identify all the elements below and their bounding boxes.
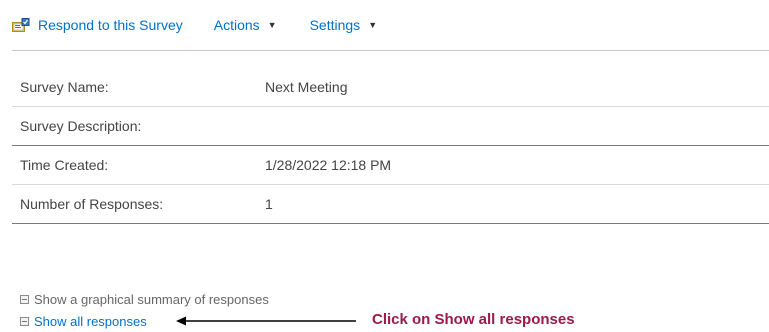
property-label: Time Created:	[20, 157, 109, 173]
survey-properties-table: Survey Name: Next Meeting Survey Descrip…	[12, 68, 769, 224]
expand-box-icon	[20, 316, 29, 326]
property-label: Survey Description:	[20, 118, 142, 134]
respond-survey-icon	[12, 18, 30, 32]
caret-down-icon: ▼	[368, 20, 378, 30]
show-all-responses-label: Show all responses	[34, 313, 147, 329]
property-row-number-of-responses: Number of Responses: 1	[12, 185, 769, 224]
property-row-survey-name: Survey Name: Next Meeting	[12, 68, 769, 107]
actions-menu[interactable]: Actions ▼	[214, 17, 277, 33]
settings-menu-label: Settings	[309, 17, 361, 33]
property-value: 1/28/2022 12:18 PM	[265, 157, 392, 173]
survey-overview-page: Respond to this Survey Actions ▼ Setting…	[0, 0, 769, 332]
property-row-survey-description: Survey Description:	[12, 107, 769, 146]
property-row-time-created: Time Created: 1/28/2022 12:18 PM	[12, 146, 769, 185]
caret-down-icon: ▼	[267, 20, 277, 30]
actions-menu-label: Actions	[213, 17, 260, 33]
property-label: Survey Name:	[20, 79, 109, 95]
left-arrow-icon	[176, 316, 356, 326]
property-value: Next Meeting	[265, 79, 348, 95]
expand-box-icon	[20, 294, 29, 304]
toolbar-divider	[12, 50, 769, 51]
property-value: 1	[265, 196, 273, 212]
respond-to-survey-button[interactable]: Respond to this Survey	[12, 17, 183, 33]
survey-toolbar: Respond to this Survey Actions ▼ Setting…	[12, 14, 377, 36]
property-label: Number of Responses:	[20, 196, 164, 212]
respond-to-survey-label: Respond to this Survey	[38, 17, 183, 33]
graphical-summary-link[interactable]: Show a graphical summary of responses	[20, 288, 269, 310]
settings-menu[interactable]: Settings ▼	[310, 17, 378, 33]
graphical-summary-label: Show a graphical summary of responses	[34, 291, 269, 307]
instruction-annotation: Click on Show all responses	[372, 311, 575, 328]
